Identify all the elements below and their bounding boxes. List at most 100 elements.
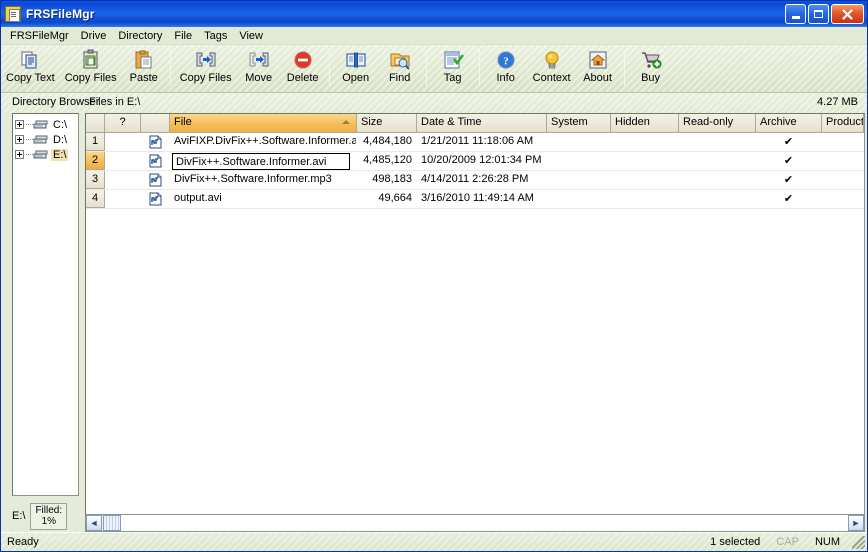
column-header-icon[interactable] (141, 114, 170, 132)
menu-item-file[interactable]: File (168, 28, 198, 44)
toolbar-button-copy-files-clipboard[interactable]: Copy Files (60, 48, 122, 84)
toolbar-separator (169, 50, 171, 86)
column-header-read-only[interactable]: Read-only (679, 114, 756, 132)
sort-ascending-icon (342, 120, 350, 124)
toolbar-button-move[interactable]: Move (237, 48, 281, 84)
row-file-name[interactable]: DivFix++.Software.Informer.mp3 (170, 171, 357, 189)
toolbar-button-about[interactable]: About (576, 48, 620, 84)
toolbar-label: Delete (286, 72, 319, 84)
cart-buy-icon (640, 49, 662, 71)
column-header-system[interactable]: System (547, 114, 611, 132)
close-button[interactable] (831, 4, 864, 24)
tree-node-c[interactable]: C:\ (15, 117, 76, 132)
row-number: 3 (86, 171, 105, 189)
window-controls (785, 4, 864, 24)
tag-check-icon (442, 49, 464, 71)
row-product (822, 152, 864, 170)
maximize-button[interactable] (808, 4, 829, 24)
row-number: 4 (86, 190, 105, 208)
column-header-file[interactable]: File (170, 114, 357, 132)
copy-files-arrow-icon (195, 49, 217, 71)
menu-item-drive[interactable]: Drive (75, 28, 113, 44)
row-hidden (611, 152, 679, 170)
column-header-rownum[interactable] (86, 114, 105, 132)
toolbar-button-context[interactable]: Context (528, 48, 576, 84)
column-header-archive[interactable]: Archive (756, 114, 822, 132)
row-file-name-editing[interactable]: DivFix++.Software.Informer.avi (170, 152, 357, 170)
row-file-icon-cell (141, 190, 170, 208)
row-date-time: 1/21/2011 11:18:06 AM (421, 135, 534, 147)
row-hidden (611, 190, 679, 208)
tree-connector (26, 124, 33, 125)
column-header-hidden[interactable]: Hidden (611, 114, 679, 132)
column-header-date-time[interactable]: Date & Time (417, 114, 547, 132)
tree-node-e[interactable]: E:\ (15, 147, 76, 162)
tree-node-d[interactable]: D:\ (15, 132, 76, 147)
minimize-button[interactable] (785, 4, 806, 24)
drive-icon (33, 134, 48, 145)
toolbar-label: About (583, 72, 612, 84)
column-header-size[interactable]: Size (357, 114, 417, 132)
expand-plus-icon[interactable] (15, 135, 24, 144)
toolbar-button-copy-files[interactable]: Copy Files (175, 48, 237, 84)
scroll-left-button[interactable]: ◄ (86, 515, 102, 531)
resize-grip[interactable] (852, 535, 865, 549)
row-file-icon-cell (141, 171, 170, 189)
close-icon (842, 8, 853, 20)
toolbar-button-open[interactable]: Open (334, 48, 378, 84)
toolbar-label: Open (342, 72, 370, 84)
expand-plus-icon[interactable] (15, 150, 24, 159)
status-selection-count: 1 selected (710, 536, 761, 548)
app-document-icon (5, 6, 21, 22)
row-file-name[interactable]: AviFIXP.DivFix++.Software.Informer.avi (170, 133, 357, 151)
rename-input[interactable]: DivFix++.Software.Informer.avi (172, 153, 350, 170)
files-in-label: Files in E:\ (89, 96, 141, 108)
table-row[interactable]: 4 output.avi 49,664 3/16/2010 11:49:14 A… (86, 190, 864, 209)
column-header-product[interactable]: Product (822, 114, 864, 132)
toolbar-button-tag[interactable]: Tag (431, 48, 475, 84)
menu-item-frsfilemgr[interactable]: FRSFileMgr (4, 28, 75, 44)
toolbar-label: Move (245, 72, 273, 84)
file-list-pane: ? File Size Date & Time System Hidden Re… (85, 113, 865, 532)
menu-item-tags[interactable]: Tags (198, 28, 233, 44)
toolbar-button-copy-text[interactable]: Copy Text (1, 48, 60, 84)
delete-icon (292, 49, 314, 71)
row-date-time: 3/16/2010 11:49:14 AM (421, 192, 534, 204)
toolbar-button-delete[interactable]: Delete (281, 48, 325, 84)
table-row[interactable]: 1 AviFIXP.DivFix++.Software.Informer.avi… (86, 133, 864, 152)
table-row[interactable]: 3 DivFix++.Software.Informer.mp3 498,183… (86, 171, 864, 190)
tree-connector (26, 139, 33, 140)
scroll-right-button[interactable]: ► (848, 515, 864, 531)
expand-plus-icon[interactable] (15, 120, 24, 129)
filled-label: Filled: (35, 504, 63, 516)
open-book-icon (345, 49, 367, 71)
row-product (822, 133, 864, 151)
scrollbar-thumb[interactable] (103, 515, 121, 531)
menu-bar: FRSFileMgr Drive Directory File Tags Vie… (1, 27, 867, 45)
menu-item-view[interactable]: View (233, 28, 269, 44)
toolbar-button-paste[interactable]: Paste (122, 48, 166, 84)
row-size: 498,183 (372, 173, 412, 185)
table-row[interactable]: 2 DivFix++.Software.Informer.avi 4,485,1… (86, 152, 864, 171)
row-file-icon-cell (141, 133, 170, 151)
toolbar-button-find[interactable]: Find (378, 48, 422, 84)
avi-file-icon (149, 135, 162, 149)
toolbar-button-info[interactable]: ? Info (484, 48, 528, 84)
row-file-name[interactable]: output.avi (170, 190, 357, 208)
toolbar-button-buy[interactable]: Buy (629, 48, 673, 84)
column-header-question[interactable]: ? (105, 114, 141, 132)
row-size: 49,664 (378, 192, 412, 204)
current-drive-label: E:\ (12, 510, 26, 522)
drive-icon (33, 149, 48, 160)
row-read-only (679, 133, 756, 151)
avi-file-icon (149, 173, 162, 187)
avi-file-icon (149, 192, 162, 206)
pane-headers: Directory Browser Files in E:\ 4.27 MB (1, 93, 867, 113)
application-window: FRSFileMgr FRSFileMgr Drive Directory Fi… (0, 0, 868, 552)
status-bar: Ready 1 selected CAP NUM (1, 532, 867, 551)
menu-item-directory[interactable]: Directory (112, 28, 168, 44)
drive-tree[interactable]: C:\ D:\ E:\ (12, 113, 79, 496)
title-bar: FRSFileMgr (1, 1, 867, 27)
horizontal-scrollbar[interactable]: ◄ ► (85, 515, 865, 532)
scrollbar-track[interactable] (121, 515, 848, 531)
